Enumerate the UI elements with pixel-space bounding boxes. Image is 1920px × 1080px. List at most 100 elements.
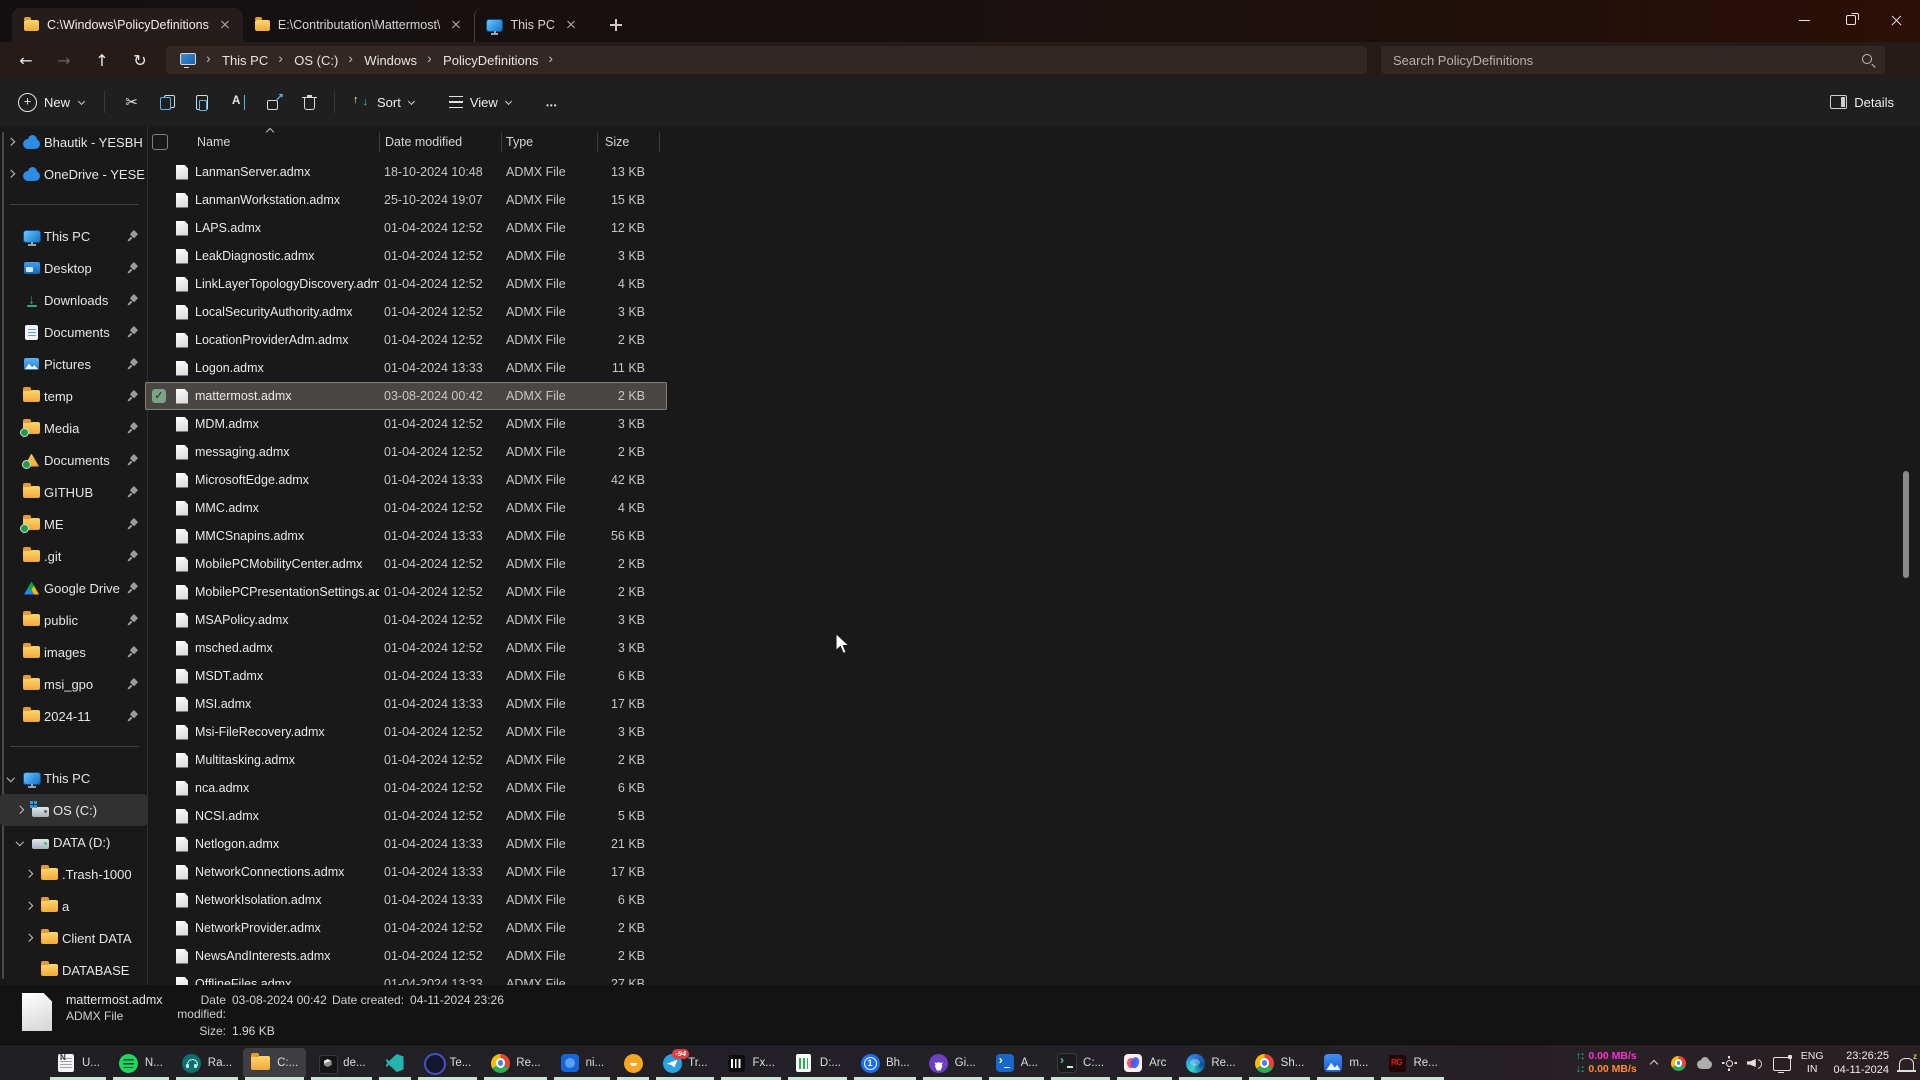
file-row[interactable]: MMCSnapins.admx 01-04-2024 13:33 ADMX Fi… <box>145 522 667 550</box>
taskbar-app-button[interactable]: ni... <box>552 1048 613 1078</box>
sidebar-item[interactable]: public <box>0 604 147 636</box>
taskbar-app-button[interactable]: Fx... <box>719 1048 783 1078</box>
sidebar-item[interactable]: images <box>0 636 147 668</box>
up-button[interactable]: ↑ <box>86 46 118 74</box>
taskbar-app-button[interactable]: Re... <box>1379 1048 1445 1078</box>
file-row[interactable]: NetworkIsolation.admx 01-04-2024 13:33 A… <box>145 886 667 914</box>
explorer-tab[interactable]: E:\Contributation\Mattermost\ <box>243 8 475 42</box>
tab-close-icon[interactable] <box>217 17 233 33</box>
chevron-icon[interactable] <box>22 899 37 914</box>
chevron-icon[interactable] <box>22 867 37 882</box>
file-row[interactable]: Logon.admx 01-04-2024 13:33 ADMX File 11… <box>145 354 667 382</box>
search-box[interactable] <box>1381 46 1885 74</box>
column-header-date-modified[interactable]: Date modified <box>379 135 501 149</box>
file-row[interactable]: MSI.admx 01-04-2024 13:33 ADMX File 17 K… <box>145 690 667 718</box>
chrome-tray-icon[interactable] <box>1671 1056 1686 1071</box>
brightness-tray-icon[interactable] <box>1722 1056 1737 1071</box>
chevron-icon[interactable] <box>4 549 19 564</box>
more-options-button[interactable] <box>534 88 570 117</box>
tab-close-icon[interactable] <box>448 17 464 33</box>
taskbar-app-button[interactable]: Re... <box>482 1048 548 1078</box>
taskbar-app-button[interactable]: Re... <box>1177 1048 1243 1078</box>
new-button[interactable]: New <box>8 86 96 119</box>
chevron-icon[interactable] <box>4 229 19 244</box>
taskbar-app-button[interactable]: A... <box>987 1048 1046 1078</box>
file-row[interactable]: LinkLayerTopologyDiscovery.admx 01-04-20… <box>145 270 667 298</box>
details-pane-button[interactable]: Details <box>1820 88 1904 117</box>
cloud-tray-icon[interactable] <box>1697 1060 1712 1069</box>
file-row[interactable]: LAPS.admx 01-04-2024 12:52 ADMX File 12 … <box>145 214 667 242</box>
chevron-icon[interactable] <box>4 485 19 500</box>
sidebar-item[interactable]: OneDrive - YESE <box>0 158 147 190</box>
checkbox-checked-icon[interactable] <box>152 389 166 403</box>
new-tab-button[interactable] <box>603 12 629 38</box>
sidebar-item[interactable]: DATA (D:) <box>0 826 147 858</box>
rename-button[interactable] <box>219 88 256 117</box>
sidebar-item[interactable]: Documents <box>0 316 147 348</box>
breadcrumb-item[interactable]: This PC <box>218 50 272 71</box>
taskbar-app-button[interactable] <box>615 1048 651 1078</box>
cut-button[interactable] <box>113 87 150 118</box>
sidebar-item[interactable]: OS (C:) <box>0 794 147 826</box>
chevron-icon[interactable] <box>4 613 19 628</box>
file-row[interactable]: MicrosoftEdge.admx 01-04-2024 13:33 ADMX… <box>145 466 667 494</box>
file-row[interactable]: NCSI.admx 01-04-2024 12:52 ADMX File 5 K… <box>145 802 667 830</box>
column-resize-handle[interactable] <box>597 132 598 152</box>
chevron-icon[interactable] <box>4 167 19 182</box>
taskbar-app-button[interactable]: Gi... <box>921 1048 984 1078</box>
chevron-icon[interactable] <box>4 135 19 150</box>
delete-button[interactable] <box>293 88 326 117</box>
sidebar-item[interactable]: temp <box>0 380 147 412</box>
taskbar-app-button[interactable]: U... <box>48 1048 108 1078</box>
taskbar-app-button[interactable]: Sh... <box>1247 1048 1313 1078</box>
sidebar-item[interactable]: Downloads <box>0 284 147 316</box>
taskbar-app-button[interactable]: de... <box>309 1048 373 1078</box>
chevron-icon[interactable] <box>4 709 19 724</box>
column-resize-handle[interactable] <box>659 132 660 152</box>
sidebar-item[interactable]: ME <box>0 508 147 540</box>
taskbar-app-button[interactable]: Bh... <box>852 1048 918 1078</box>
column-resize-handle[interactable] <box>501 132 502 152</box>
tab-close-icon[interactable] <box>563 17 579 33</box>
breadcrumb[interactable]: This PC OS (C:) Windows PolicyDefinition… <box>166 46 1367 74</box>
file-row[interactable]: LanmanServer.admx 18-10-2024 10:48 ADMX … <box>145 158 667 186</box>
file-row[interactable]: OfflineFiles.admx 01-04-2024 13:33 ADMX … <box>145 970 667 985</box>
sidebar-item[interactable]: Google Drive <box>0 572 147 604</box>
chevron-icon[interactable] <box>4 421 19 436</box>
file-row[interactable]: mattermost.admx 03-08-2024 00:42 ADMX Fi… <box>145 382 667 410</box>
breadcrumb-item[interactable]: PolicyDefinitions <box>439 50 542 71</box>
copy-button[interactable] <box>150 88 185 117</box>
sidebar-item[interactable]: a <box>0 890 147 922</box>
taskbar-app-button[interactable]: Arc <box>1115 1048 1174 1078</box>
display-cast-tray-icon[interactable] <box>1773 1057 1791 1071</box>
file-row[interactable]: MDM.admx 01-04-2024 12:52 ADMX File 3 KB <box>145 410 667 438</box>
column-header-size[interactable]: Size <box>597 135 659 149</box>
minimize-button[interactable] <box>1782 0 1828 42</box>
taskbar-app-button[interactable]: N... <box>111 1048 171 1078</box>
file-row[interactable]: MobilePCMobilityCenter.admx 01-04-2024 1… <box>145 550 667 578</box>
chevron-icon[interactable] <box>4 771 19 786</box>
sidebar-item[interactable]: This PC <box>0 220 147 252</box>
sidebar-item[interactable]: msi_gpo <box>0 668 147 700</box>
explorer-tab[interactable]: This PC <box>474 8 588 42</box>
column-header-name[interactable]: Name <box>193 135 379 149</box>
chevron-icon[interactable] <box>4 357 19 372</box>
hidden-icons-chevron[interactable] <box>1647 1056 1661 1070</box>
sidebar-item[interactable]: Documents <box>0 444 147 476</box>
file-row[interactable]: NetworkProvider.admx 01-04-2024 12:52 AD… <box>145 914 667 942</box>
language-indicator[interactable]: ENG IN <box>1801 1050 1824 1076</box>
refresh-button[interactable]: ↻ <box>124 46 156 74</box>
taskbar-app-button[interactable]: -94 Tr... <box>654 1048 715 1078</box>
sidebar-item[interactable]: .Trash-1000 <box>0 858 147 890</box>
back-button[interactable]: ← <box>10 46 42 74</box>
sidebar-item[interactable]: This PC <box>0 762 147 794</box>
clock[interactable]: 23:26:25 04-11-2024 <box>1834 1049 1889 1077</box>
sidebar-item[interactable]: Pictures <box>0 348 147 380</box>
network-speed-widget[interactable]: ↑: 0.00 MB/s ↓: 0.00 MB/s <box>1576 1050 1637 1076</box>
close-button[interactable] <box>1874 0 1920 42</box>
search-input[interactable] <box>1391 52 1862 69</box>
sidebar-item[interactable]: DATABASE <box>0 954 147 985</box>
chevron-icon[interactable] <box>4 517 19 532</box>
file-row[interactable]: MSDT.admx 01-04-2024 13:33 ADMX File 6 K… <box>145 662 667 690</box>
file-row[interactable]: MMC.admx 01-04-2024 12:52 ADMX File 4 KB <box>145 494 667 522</box>
